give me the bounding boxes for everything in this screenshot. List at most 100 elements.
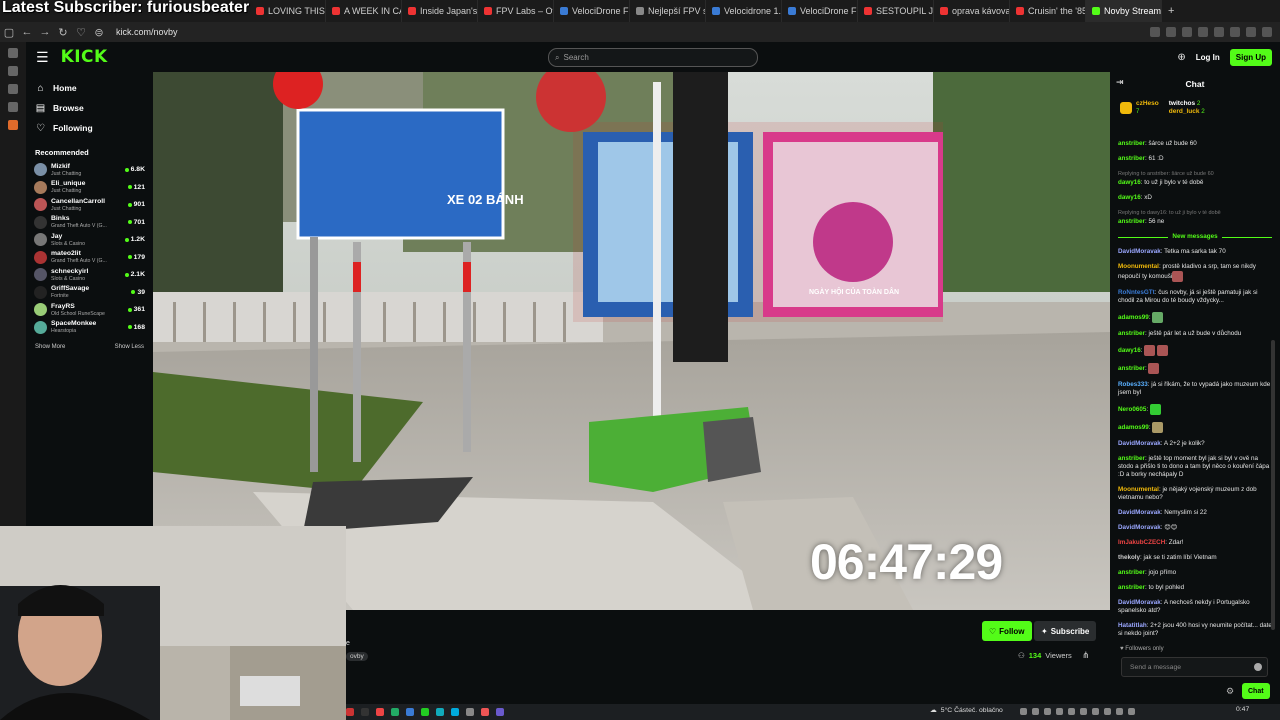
recommended-channel[interactable]: SpaceMonkee Hearstopia 168 [26,319,153,337]
browser-tab[interactable]: A WEEK IN CAPE× [326,0,402,22]
chat-username[interactable]: anstriber [1118,140,1145,147]
chat-username[interactable]: RoNntesGTt [1118,289,1155,296]
bookmarks-icon[interactable] [8,66,18,76]
taskbar-app-icon[interactable] [346,708,354,716]
chat-username[interactable]: anstriber [1118,330,1145,337]
taskbar-clock[interactable]: 0:47 [1236,706,1249,713]
chat-username[interactable]: Hatatitlah [1118,622,1147,629]
stream-tag[interactable]: ovby [346,652,368,661]
nav-item-home[interactable]: ⌂ Home [26,78,153,98]
taskbar-app-icon[interactable] [466,708,474,716]
chat-username[interactable]: DavidMoravak [1118,509,1161,516]
translate-icon[interactable] [1182,27,1192,37]
extension-icon[interactable] [1246,27,1256,37]
subscribe-button[interactable]: ✦ Subscribe [1034,621,1097,641]
chat-username[interactable]: Moonumental [1118,263,1159,270]
reading-list-icon[interactable] [8,84,18,94]
extension-icon[interactable] [1230,27,1240,37]
recommended-channel[interactable]: Binks Grand Theft Auto V (G... 701 [26,214,153,232]
browser-tab[interactable]: VelociDrone FPV× [554,0,630,22]
taskbar-app-icon[interactable] [496,708,504,716]
browser-tab[interactable]: Inside Japan's Illi× [402,0,478,22]
share-icon[interactable]: ⋔ [1082,650,1090,661]
menu-icon[interactable] [1262,27,1272,37]
tray-icon[interactable] [1092,708,1099,715]
browser-tab[interactable]: VelociDrone FPV× [782,0,858,22]
chat-username[interactable]: ImJakubCZECH [1118,539,1165,546]
tray-icon[interactable] [1080,708,1087,715]
taskbar-app-icon[interactable] [391,708,399,716]
recommended-channel[interactable]: FrayRS Old School RuneScape 361 [26,301,153,319]
browser-tab[interactable]: oprava kávovaru× [934,0,1010,22]
new-tab-icon[interactable]: + [1162,5,1180,17]
chat-username[interactable]: DavidMoravak [1118,440,1161,447]
recommended-channel[interactable]: Jay Slots & Casino 1.2K [26,231,153,249]
chat-username[interactable]: dawy16 [1118,194,1141,201]
tray-icon[interactable] [1116,708,1123,715]
recommended-channel[interactable]: mateo2lit Grand Theft Auto V (G... 179 [26,249,153,267]
show-more-button[interactable]: Show More [35,344,65,350]
chat-username[interactable]: Nero0605 [1118,406,1146,413]
pinned-user-2[interactable]: twitchos [1169,100,1195,107]
url-field[interactable]: kick.com/novby [116,27,178,37]
browser-tab[interactable]: Novby Stream× [1086,0,1162,22]
show-less-button[interactable]: Show Less [115,344,144,350]
tray-icon[interactable] [1128,708,1135,715]
hamburger-menu-icon[interactable]: ☰ [36,49,49,66]
chat-message-input[interactable]: Send a message [1121,657,1268,677]
sidebar-toggle-icon[interactable]: ▢ [0,26,18,39]
tray-icon[interactable] [1032,708,1039,715]
recommended-channel[interactable]: Eli_unique Just Chatting 121 [26,179,153,197]
recommended-channel[interactable]: Mizkif Just Chatting 6.8K [26,161,153,179]
extension-icon[interactable] [1150,27,1160,37]
chat-username[interactable]: anstriber [1118,155,1145,162]
chat-send-button[interactable]: Chat [1242,683,1270,699]
taskbar-app-icon[interactable] [421,708,429,716]
chat-username[interactable]: anstriber [1118,569,1145,576]
login-button[interactable]: Log In [1196,53,1220,62]
back-icon[interactable]: ← [18,26,36,38]
chat-settings-gear-icon[interactable]: ⚙ [1226,686,1234,697]
browser-tab[interactable]: Nejlepší FPV sim× [630,0,706,22]
pinned-user-3[interactable]: derd_luck [1169,108,1200,115]
chat-username[interactable]: thekoly [1118,554,1140,561]
chat-username[interactable]: DavidMoravak [1118,248,1161,255]
chat-scrollbar[interactable] [1271,340,1275,630]
chat-username[interactable]: adamos99 [1118,314,1149,321]
browser-tab[interactable]: Velocidrone 1.7 D× [706,0,782,22]
tray-icon[interactable] [1068,708,1075,715]
taskbar-app-icon[interactable] [361,708,369,716]
tray-icon[interactable] [1056,708,1063,715]
extension-icon[interactable] [1166,27,1176,37]
brave-icon[interactable] [8,120,18,130]
nav-item-browse[interactable]: ▤ Browse [26,98,153,118]
emoji-icon[interactable] [1254,663,1262,671]
taskbar-app-icon[interactable] [406,708,414,716]
browser-tab[interactable]: Cruisin' the '85 F× [1010,0,1086,22]
workspaces-icon[interactable] [8,48,18,58]
taskbar-app-icon[interactable] [436,708,444,716]
pinned-user[interactable]: czHeso [1136,100,1159,108]
browser-tab[interactable]: SESTOUPIL JSEM× [858,0,934,22]
taskbar-app-icon[interactable] [451,708,459,716]
taskbar-weather[interactable]: ☁ 5°C Částeč. oblačno [930,706,1003,715]
search-input[interactable]: ⌕ Search [548,48,758,67]
forward-icon[interactable]: → [36,26,54,38]
history-icon[interactable] [8,102,18,112]
chat-username[interactable]: adamos99 [1118,424,1149,431]
bookmark-icon[interactable]: ♡ [72,26,90,39]
reload-icon[interactable]: ↻ [54,26,72,39]
chat-username[interactable]: dawy16 [1118,347,1141,354]
signup-button[interactable]: Sign Up [1229,48,1272,66]
recommended-channel[interactable]: CancellanCarroll Just Chatting 901 [26,196,153,214]
chat-username[interactable]: anstriber [1118,218,1145,225]
recommended-channel[interactable]: GriffSavage Fortnite 39 [26,284,153,302]
language-icon[interactable]: ⊕ [1177,52,1185,63]
chat-username[interactable]: DavidMoravak [1118,599,1161,606]
browser-tab[interactable]: LOVING THIS LIF× [250,0,326,22]
chat-username[interactable]: anstriber [1118,584,1145,591]
tray-icon[interactable] [1104,708,1111,715]
recommended-channel[interactable]: schneckyirl Slots & Casino 2.1K [26,266,153,284]
collapse-chat-icon[interactable]: ⇥ [1116,78,1124,87]
chat-username[interactable]: Moonumental [1118,486,1159,493]
